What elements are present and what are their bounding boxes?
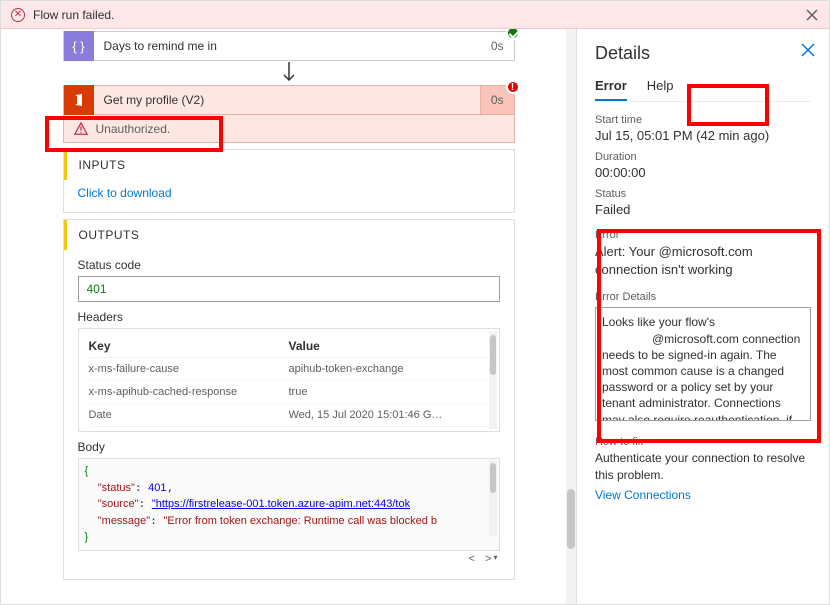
headers-table-head: Key Value [89, 333, 489, 358]
details-tabs: Error Help [595, 78, 811, 102]
details-title: Details [595, 43, 811, 64]
tab-error[interactable]: Error [595, 78, 627, 101]
col-key: Key [89, 339, 289, 353]
banner-message: Flow run failed. [33, 8, 114, 22]
details-panel: Details Error Help Start time Jul 15, 05… [576, 29, 829, 604]
office-icon [64, 85, 94, 115]
error-badge-icon: ! [506, 80, 520, 94]
connector-arrow [63, 61, 515, 85]
table-row: DateWed, 15 Jul 2020 15:01:46 G… [89, 404, 489, 427]
error-label: Error [595, 229, 811, 241]
table-row: x-ms-apihub-cached-responsetrue [89, 381, 489, 404]
unauthorized-bar: Unauthorized. [63, 115, 515, 143]
details-close-button[interactable] [801, 43, 815, 60]
tab-help[interactable]: Help [647, 78, 674, 101]
inputs-card: INPUTS Click to download [63, 149, 515, 213]
flow-canvas: { } Days to remind me in 0s Get my profi… [1, 29, 576, 604]
step-get-my-profile[interactable]: Get my profile (V2) 0s ! [63, 85, 515, 115]
outputs-card: OUTPUTS Status code Headers Key Value x-… [63, 219, 515, 580]
unauthorized-text: Unauthorized. [96, 122, 171, 136]
how-to-fix-label: How to fix [595, 436, 811, 448]
outputs-heading: OUTPUTS [64, 220, 514, 250]
step-title: Days to remind me in [94, 39, 481, 53]
error-details-textarea[interactable] [595, 307, 811, 421]
view-connections-link[interactable]: View Connections [595, 488, 811, 502]
canvas-scrollbar[interactable] [566, 29, 576, 604]
status-code-value[interactable] [78, 276, 500, 302]
scrollbar[interactable] [489, 331, 497, 429]
body-json[interactable]: { "status": 401, "source": "https://firs… [78, 458, 500, 551]
inputs-heading: INPUTS [64, 150, 514, 180]
scrollbar[interactable] [489, 461, 497, 536]
error-banner: ✕ Flow run failed. [1, 1, 829, 29]
banner-close-button[interactable] [805, 8, 819, 22]
duration-value: 00:00:00 [595, 165, 811, 180]
body-label: Body [78, 440, 500, 454]
start-time-label: Start time [595, 114, 811, 126]
start-time-value: Jul 15, 05:01 PM (42 min ago) [595, 128, 811, 143]
col-value: Value [289, 339, 489, 353]
step-days-to-remind[interactable]: { } Days to remind me in 0s [63, 31, 515, 61]
duration-label: Duration [595, 151, 811, 163]
warning-icon [74, 122, 88, 136]
how-to-fix-text: Authenticate your connection to resolve … [595, 450, 811, 484]
variable-icon: { } [64, 31, 94, 61]
success-check-icon [506, 29, 520, 40]
error-details-label: Error Details [595, 291, 811, 303]
error-icon: ✕ [11, 8, 25, 22]
step-title: Get my profile (V2) [94, 93, 480, 107]
status-value: Failed [595, 202, 811, 217]
status-label: Status [595, 188, 811, 200]
body-h-scroll[interactable]: < >▾ [78, 551, 500, 567]
headers-label: Headers [78, 310, 500, 324]
status-code-label: Status code [78, 258, 500, 272]
download-inputs-link[interactable]: Click to download [78, 186, 172, 200]
error-alert-text: Alert: Your @microsoft.com connection is… [595, 243, 811, 279]
table-row: x-ms-failure-causeapihub-token-exchange [89, 358, 489, 381]
